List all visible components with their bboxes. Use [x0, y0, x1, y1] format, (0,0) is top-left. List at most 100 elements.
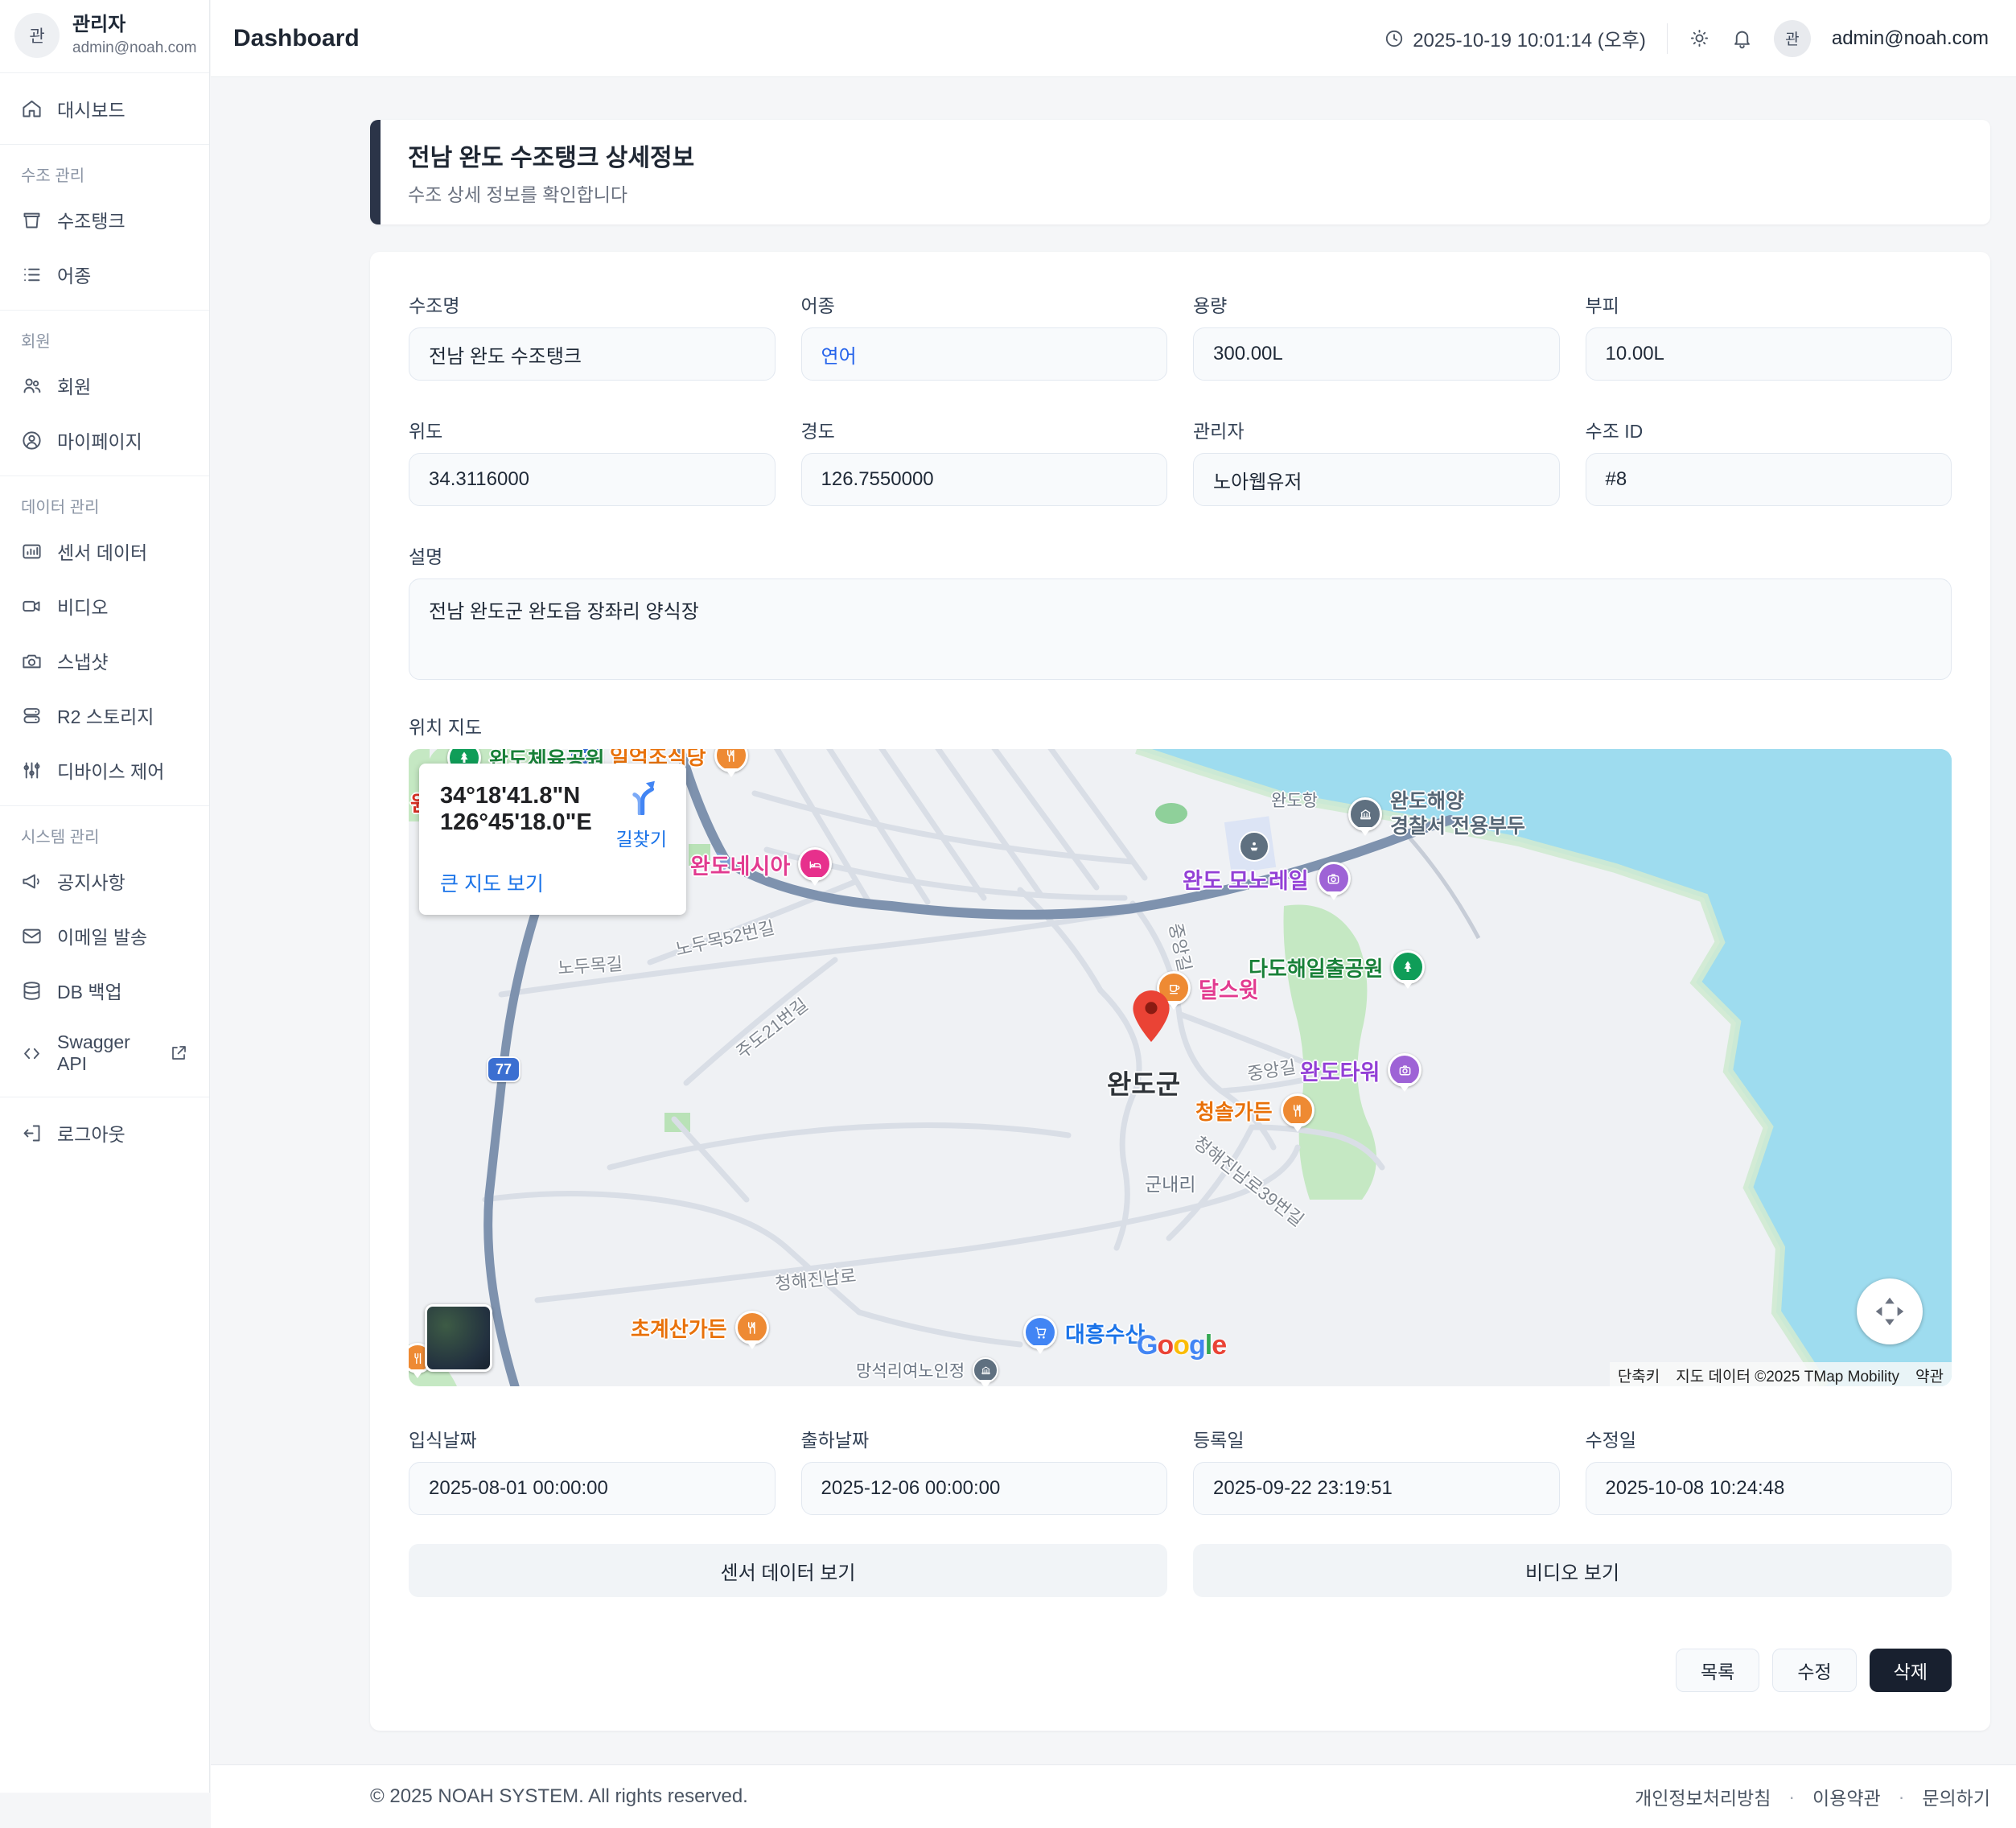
list-button[interactable]: 목록	[1676, 1649, 1759, 1692]
video-icon	[21, 595, 43, 617]
sidebar-item-label: 마이페이지	[57, 426, 142, 454]
stock-date-field[interactable]: 2025-08-01 00:00:00	[409, 1462, 776, 1515]
view-video-button[interactable]: 비디오 보기	[1193, 1544, 1952, 1597]
sidebar-item-tanks[interactable]: 수조탱크	[0, 192, 209, 247]
sidebar-item-db-backup[interactable]: DB 백업	[0, 963, 209, 1018]
civic-building-icon	[1348, 797, 1382, 831]
poi-gunnaeri-label: 군내리	[1145, 1169, 1195, 1196]
poi-dalsweet-cafe[interactable]: 달스윗	[1157, 971, 1259, 1005]
location-map[interactable]: 77 77 원 노두목52번길 노두목길 주도21번길 중앙길 중앙길 청해진남…	[409, 749, 1952, 1386]
field-label-manager: 관리자	[1193, 416, 1560, 443]
route-77-badge: 77	[487, 1056, 520, 1082]
tank-detail-card: 수조명 전남 완도 수조탱크 어종 연어 용량 300.00L 부피 10.00…	[370, 252, 1990, 1731]
ship-date-field[interactable]: 2025-12-06 00:00:00	[801, 1462, 1168, 1515]
poi-wando-port-label: 완도항	[1271, 788, 1318, 812]
list-icon	[21, 264, 43, 286]
shopping-cart-icon	[1023, 1315, 1057, 1349]
edit-button[interactable]: 수정	[1772, 1649, 1856, 1692]
header-avatar[interactable]: 관	[1774, 20, 1811, 57]
footer-link-terms[interactable]: 이용약관	[1812, 1783, 1881, 1810]
pan-arrows-icon	[1871, 1293, 1908, 1330]
map-pan-control[interactable]	[1857, 1278, 1923, 1344]
satellite-view-toggle[interactable]	[425, 1304, 492, 1372]
poi-daeheung-fisheries[interactable]: 대흥수산	[1023, 1315, 1145, 1349]
tank-id-field[interactable]: #8	[1586, 453, 1952, 506]
sidebar-item-species[interactable]: 어종	[0, 247, 209, 302]
sidebar-item-sensor-data[interactable]: 센서 데이터	[0, 524, 209, 578]
theme-toggle-sun-icon[interactable]	[1689, 27, 1710, 49]
updated-date-field[interactable]: 2025-10-08 10:24:48	[1586, 1462, 1952, 1515]
datetime: 2025-10-19 10:01:14 (오후)	[1384, 24, 1646, 52]
destination-pin-icon[interactable]	[1133, 990, 1170, 1046]
road-label: 노두목길	[557, 949, 623, 980]
poi-mangseokri-senior-center[interactable]: 망석리여노인정	[856, 1357, 998, 1383]
directions-button[interactable]: 길찾기	[616, 780, 667, 851]
sidebar-item-r2-storage[interactable]: R2 스토리지	[0, 688, 209, 743]
directions-label: 길찾기	[616, 824, 667, 851]
sidebar-item-members[interactable]: 회원	[0, 358, 209, 413]
sidebar-item-notices[interactable]: 공지사항	[0, 854, 209, 908]
latitude-field[interactable]: 34.3116000	[409, 453, 776, 506]
google-logo[interactable]: Google	[1137, 1330, 1226, 1361]
poi-coast-guard-dock[interactable]: 완도해양경찰서 전용부두	[1348, 789, 1525, 840]
poi-wando-monorail[interactable]: 완도 모노레일	[1183, 862, 1351, 895]
sidebar-item-mypage[interactable]: 마이페이지	[0, 413, 209, 467]
sidebar-item-dashboard[interactable]: 대시보드	[0, 81, 209, 136]
database-icon	[21, 980, 43, 1002]
page-subtitle: 수조 상세 정보를 확인합니다	[408, 179, 1963, 207]
user-email: admin@noah.com	[72, 39, 196, 57]
poi-cheongsol-garden[interactable]: 청솔가든	[1195, 1093, 1315, 1127]
field-label-latitude: 위도	[409, 416, 776, 443]
map-attribution: 단축키 지도 데이터 ©2025 TMap Mobility 약관	[1610, 1365, 1952, 1386]
sidebar-item-email[interactable]: 이메일 발송	[0, 908, 209, 963]
sliders-icon	[21, 760, 43, 781]
sidebar-item-video[interactable]: 비디오	[0, 578, 209, 633]
page-title: 전남 완도 수조탱크 상세정보	[408, 138, 1963, 173]
field-label-tank-name: 수조명	[409, 290, 776, 318]
capacity-field[interactable]: 300.00L	[1193, 327, 1560, 381]
longitude-field[interactable]: 126.7550000	[801, 453, 1168, 506]
sidebar-item-label: DB 백업	[57, 977, 122, 1004]
delete-button[interactable]: 삭제	[1870, 1649, 1952, 1692]
footer-link-contact[interactable]: 문의하기	[1922, 1783, 1990, 1810]
page-title-card: 전남 완도 수조탱크 상세정보 수조 상세 정보를 확인합니다	[370, 120, 1990, 224]
sidebar: 관 관리자 admin@noah.com 대시보드 수조 관리 수조탱크 어종 …	[0, 0, 210, 1793]
sidebar-item-label: Swagger API	[57, 1031, 154, 1075]
field-label-ship-date: 출하날짜	[801, 1425, 1168, 1452]
created-date-field[interactable]: 2025-09-22 23:19:51	[1193, 1462, 1560, 1515]
map-shortcuts-link[interactable]: 단축키	[1610, 1362, 1668, 1386]
poi-wando-tower[interactable]: 완도타워	[1300, 1053, 1421, 1087]
sidebar-user[interactable]: 관 관리자 admin@noah.com	[0, 0, 209, 72]
sidebar-item-label: R2 스토리지	[57, 702, 154, 729]
map-section-label: 위치 지도	[409, 712, 1952, 739]
directions-fork-icon	[624, 780, 658, 815]
map-terms-link[interactable]: 약관	[1907, 1362, 1952, 1386]
view-sensor-data-button[interactable]: 센서 데이터 보기	[409, 1544, 1167, 1597]
sidebar-item-label: 대시보드	[57, 95, 125, 122]
logout-icon	[21, 1122, 43, 1144]
footer-copyright: © 2025 NOAH SYSTEM. All rights reserved.	[370, 1785, 748, 1808]
sidebar-item-logout[interactable]: 로그아웃	[0, 1105, 209, 1160]
megaphone-icon	[21, 871, 43, 892]
poi-wandonesia-hotel[interactable]: 완도네시아	[690, 847, 832, 881]
sidebar-item-snapshot[interactable]: 스냅샷	[0, 633, 209, 688]
user-avatar: 관	[14, 13, 60, 58]
ferry-terminal-icon[interactable]	[1239, 831, 1269, 862]
view-larger-map-link[interactable]: 큰 지도 보기	[440, 868, 544, 897]
top-header: Dashboard 2025-10-19 10:01:14 (오후) 관 adm…	[211, 0, 2016, 77]
poi-chogyesan-garden[interactable]: 초계산가든	[631, 1311, 769, 1344]
camera-icon	[1317, 862, 1351, 895]
poi-dadohae-sunrise-park[interactable]: 다도해일출공원	[1249, 950, 1425, 984]
mail-icon	[21, 925, 43, 947]
sidebar-item-device-control[interactable]: 디바이스 제어	[0, 743, 209, 797]
sidebar-item-swagger-api[interactable]: Swagger API	[0, 1018, 209, 1089]
notifications-bell-icon[interactable]	[1731, 27, 1753, 49]
species-link-field[interactable]: 연어	[801, 327, 1168, 381]
sidebar-item-label: 디바이스 제어	[57, 756, 164, 784]
tank-name-field[interactable]: 전남 완도 수조탱크	[409, 327, 776, 381]
manager-field[interactable]: 노아웹유저	[1193, 453, 1560, 506]
hotel-icon	[798, 847, 832, 881]
footer-link-privacy[interactable]: 개인정보처리방침	[1635, 1783, 1771, 1810]
volume-field[interactable]: 10.00L	[1586, 327, 1952, 381]
description-field[interactable]: 전남 완도군 완도읍 장좌리 양식장	[409, 578, 1952, 680]
